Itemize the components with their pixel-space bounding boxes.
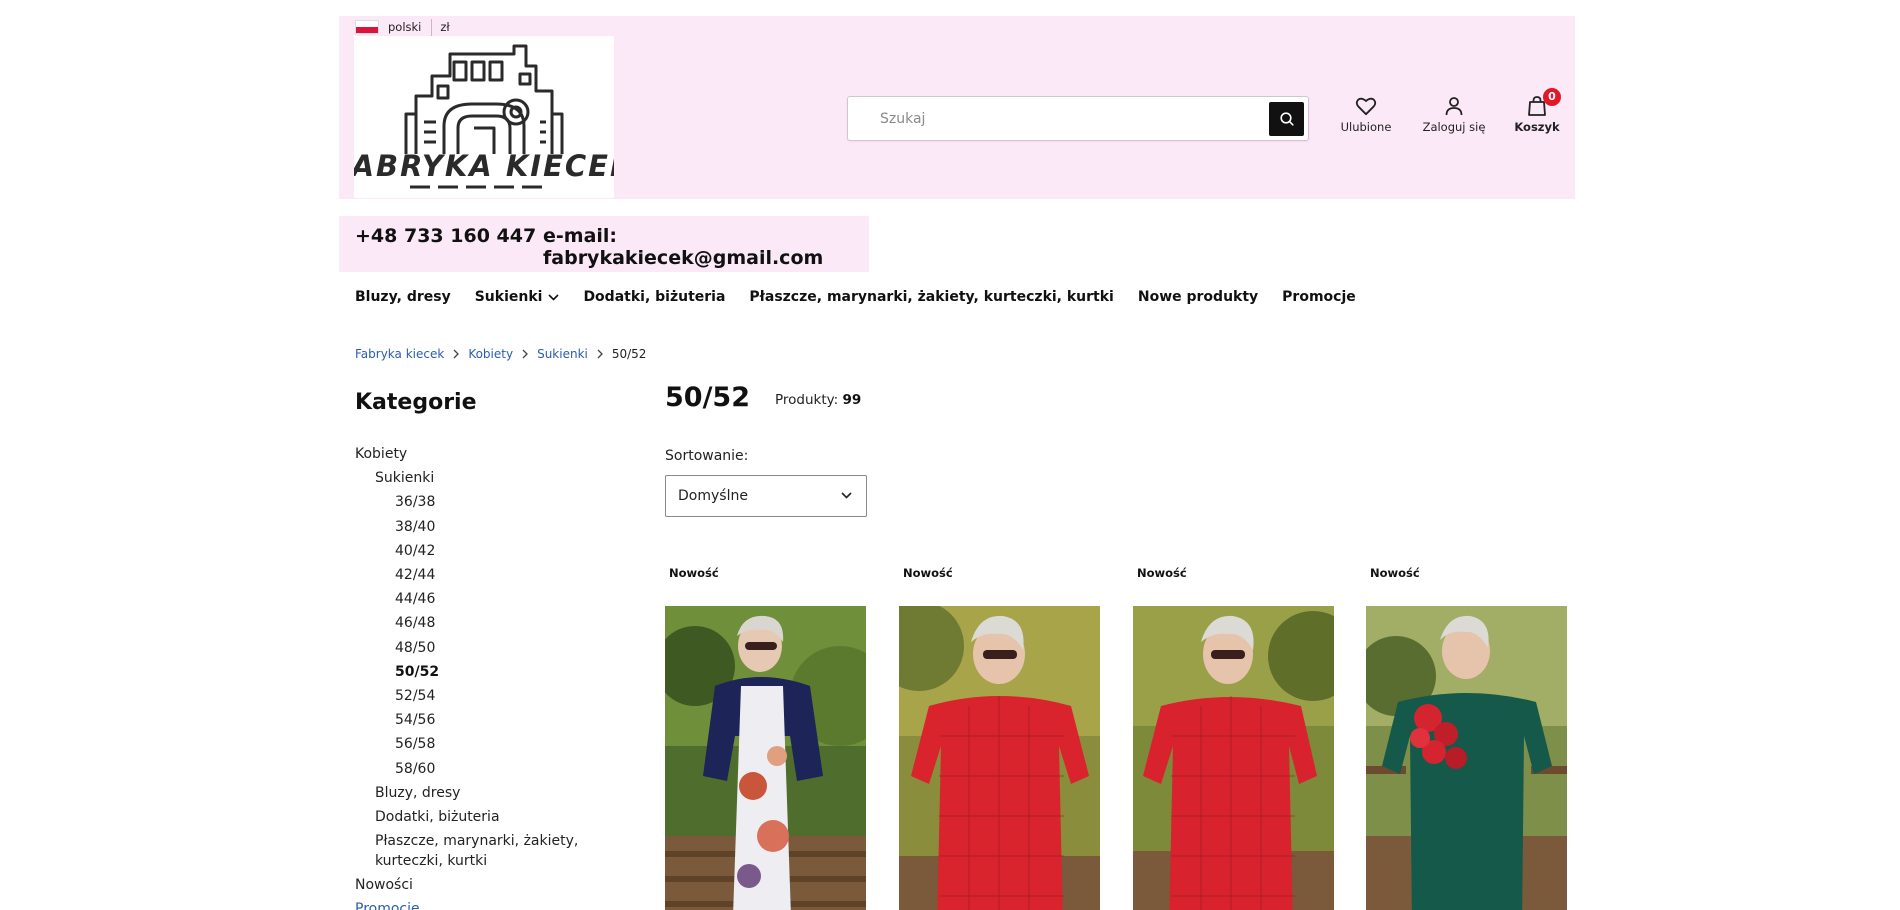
new-badge: Nowość bbox=[669, 566, 719, 580]
product-card[interactable]: Nowość bbox=[1366, 566, 1567, 910]
category-item-size[interactable]: 38/40 bbox=[355, 515, 595, 539]
breadcrumb-link-sukienki[interactable]: Sukienki bbox=[537, 347, 588, 361]
favorites-link[interactable]: Ulubione bbox=[1337, 96, 1395, 134]
user-icon bbox=[1445, 97, 1463, 116]
page-title: 50/52 bbox=[665, 382, 751, 413]
sort-value: Domyślne bbox=[678, 488, 748, 504]
new-badge: Nowość bbox=[1137, 566, 1187, 580]
category-tree: Kobiety Sukienki 36/38 38/40 40/42 42/44… bbox=[355, 442, 595, 910]
chevron-right-icon bbox=[597, 349, 603, 359]
chevron-down-icon bbox=[548, 293, 560, 301]
cart-link[interactable]: 0 Koszyk bbox=[1511, 88, 1563, 134]
breadcrumb-link-home[interactable]: Fabryka kiecek bbox=[355, 347, 444, 361]
category-item-kobiety[interactable]: Kobiety bbox=[355, 442, 595, 466]
product-count: Produkty: 99 bbox=[775, 392, 861, 408]
chevron-right-icon bbox=[453, 349, 460, 359]
nav-item-bluzy-dresy[interactable]: Bluzy, dresy bbox=[355, 289, 451, 305]
nav-label: Dodatki, biżuteria bbox=[583, 289, 726, 305]
product-count-value: 99 bbox=[842, 392, 862, 408]
language-currency-bar: polski zł bbox=[355, 18, 450, 36]
search-button[interactable] bbox=[1269, 102, 1304, 136]
category-item-size[interactable]: 52/54 bbox=[355, 684, 595, 708]
breadcrumb: Fabryka kiecek Kobiety Sukienki 50/52 bbox=[355, 347, 646, 361]
cart-count-badge: 0 bbox=[1543, 88, 1561, 106]
heart-icon bbox=[1355, 97, 1377, 116]
nav-item-sukienki[interactable]: Sukienki bbox=[475, 289, 560, 305]
phone-number[interactable]: +48 733 160 447 bbox=[355, 225, 536, 247]
divider bbox=[431, 18, 433, 36]
breadcrumb-current: 50/52 bbox=[611, 347, 647, 361]
nav-item-dodatki[interactable]: Dodatki, biżuteria bbox=[583, 289, 725, 305]
product-image[interactable] bbox=[665, 606, 866, 910]
category-item-size[interactable]: 36/38 bbox=[355, 490, 595, 514]
categories-heading: Kategorie bbox=[355, 390, 477, 415]
fabryka-kiecek-logo-icon: FABRYKA KIECEK bbox=[334, 44, 633, 189]
product-image[interactable] bbox=[1133, 606, 1334, 910]
nav-item-promocje[interactable]: Promocje bbox=[1282, 289, 1356, 305]
product-card[interactable]: Nowość bbox=[665, 566, 866, 910]
category-item-size-active[interactable]: 50/52 bbox=[355, 660, 595, 684]
category-item-size[interactable]: 58/60 bbox=[355, 757, 595, 781]
main-navigation: Bluzy, dresy Sukienki Dodatki, biżuteria… bbox=[355, 289, 1380, 305]
category-item-size[interactable]: 42/44 bbox=[355, 563, 595, 587]
nav-label: Płaszcze, marynarki, żakiety, kurteczki,… bbox=[749, 289, 1114, 305]
category-item-size[interactable]: 48/50 bbox=[355, 636, 595, 660]
category-item-size[interactable]: 56/58 bbox=[355, 732, 595, 756]
search-icon bbox=[1279, 112, 1294, 126]
category-item-promocje[interactable]: Promocje bbox=[355, 897, 595, 910]
category-item-nowosci[interactable]: Nowości bbox=[355, 873, 595, 897]
product-card[interactable]: Nowość bbox=[899, 566, 1100, 910]
category-item-size[interactable]: 46/48 bbox=[355, 611, 595, 635]
category-item-size[interactable]: 44/46 bbox=[355, 587, 595, 611]
nav-item-plaszcze[interactable]: Płaszcze, marynarki, żakiety, kurteczki,… bbox=[749, 289, 1113, 305]
contact-bar: +48 733 160 447 e-mail: fabrykakiecek@gm… bbox=[339, 216, 869, 272]
nav-label: Nowe produkty bbox=[1137, 289, 1259, 305]
search-box bbox=[847, 96, 1309, 141]
nav-label: Bluzy, dresy bbox=[355, 289, 451, 305]
category-item-size[interactable]: 54/56 bbox=[355, 708, 595, 732]
search-input[interactable] bbox=[848, 97, 1253, 140]
breadcrumb-link-kobiety[interactable]: Kobiety bbox=[468, 347, 513, 361]
new-badge: Nowość bbox=[1370, 566, 1420, 580]
login-link[interactable]: Zaloguj się bbox=[1419, 96, 1489, 134]
nav-item-nowe-produkty[interactable]: Nowe produkty bbox=[1138, 289, 1258, 305]
chevron-down-icon bbox=[841, 492, 852, 499]
category-item-dodatki[interactable]: Dodatki, biżuteria bbox=[355, 805, 595, 829]
product-card[interactable]: Nowość bbox=[1133, 566, 1334, 910]
favorites-label: Ulubione bbox=[1340, 120, 1392, 134]
nav-label: Sukienki bbox=[474, 289, 543, 305]
site-logo[interactable]: FABRYKA KIECEK bbox=[334, 36, 633, 198]
site-header: polski zł ABRYKA KIECE Szukaj Ulubione Z… bbox=[334, 16, 1575, 199]
login-label: Zaloguj się bbox=[1422, 120, 1486, 134]
product-count-label: Produkty: bbox=[775, 392, 839, 408]
cart-label: Koszyk bbox=[1514, 120, 1560, 134]
sort-label: Sortowanie: bbox=[665, 448, 749, 464]
product-image[interactable] bbox=[1366, 606, 1567, 910]
poland-flag-icon[interactable] bbox=[355, 20, 379, 34]
currency-selector[interactable]: zł bbox=[440, 20, 449, 34]
sort-select[interactable]: Domyślne bbox=[665, 475, 867, 517]
product-image[interactable] bbox=[899, 606, 1100, 910]
svg-text:FABRYKA KIECEK: FABRYKA KIECEK bbox=[354, 149, 614, 183]
category-item-plaszcze[interactable]: Płaszcze, marynarki, żakiety, kurteczki,… bbox=[355, 829, 595, 873]
new-badge: Nowość bbox=[903, 566, 953, 580]
category-item-sukienki[interactable]: Sukienki bbox=[355, 466, 595, 490]
category-item-size[interactable]: 40/42 bbox=[355, 539, 595, 563]
language-selector[interactable]: polski bbox=[388, 20, 421, 34]
email-address[interactable]: e-mail: fabrykakiecek@gmail.com bbox=[543, 225, 869, 269]
chevron-right-icon bbox=[522, 349, 528, 359]
category-item-bluzy-dresy[interactable]: Bluzy, dresy bbox=[355, 781, 595, 805]
nav-label: Promocje bbox=[1282, 289, 1356, 305]
